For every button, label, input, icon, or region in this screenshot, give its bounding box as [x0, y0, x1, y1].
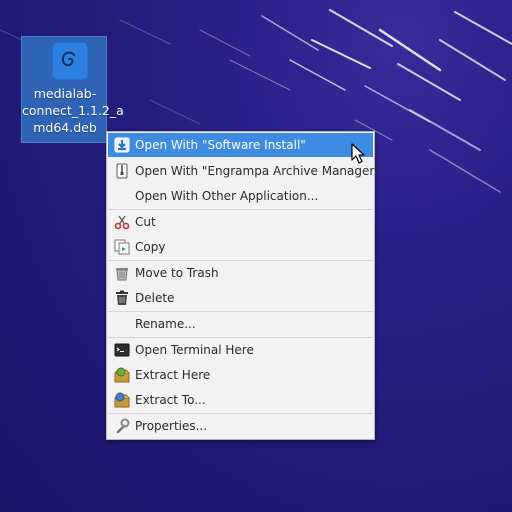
extract-to-icon [114, 392, 130, 408]
icon-label-line: medialab- [33, 86, 97, 101]
trash-icon [116, 268, 128, 281]
menu-item-label: Open Terminal Here [135, 343, 254, 357]
menu-item-open-with-software-install[interactable]: Open With "Software Install" [108, 133, 373, 157]
software-install-icon [114, 137, 130, 153]
desktop-background: medialab- connect_1.1.2_a md64.deb Open … [0, 0, 512, 512]
menu-item-extract-here[interactable]: Extract Here [108, 363, 373, 387]
mouse-pointer-icon [351, 143, 365, 164]
menu-item-properties[interactable]: Properties... [108, 414, 373, 438]
menu-item-extract-to[interactable]: Extract To... [108, 388, 373, 412]
desktop-icon-label: medialab- connect_1.1.2_a md64.deb [22, 85, 124, 136]
menu-item-label: Open With "Engrampa Archive Manager" [135, 164, 380, 178]
context-menu: Open With "Software Install" Open With "… [106, 131, 380, 440]
copy-icon [114, 239, 130, 255]
menu-item-label: Cut [135, 215, 156, 229]
menu-item-rename[interactable]: Rename... [108, 312, 373, 336]
menu-item-move-to-trash[interactable]: Move to Trash [108, 261, 373, 285]
menu-item-label: Copy [135, 240, 166, 254]
menu-item-label: Rename... [135, 317, 196, 331]
menu-item-open-with-other[interactable]: Open With Other Application... [108, 184, 373, 208]
scissors-icon [114, 215, 130, 230]
menu-item-open-terminal-here[interactable]: Open Terminal Here [108, 338, 373, 362]
menu-item-label: Open With "Software Install" [135, 138, 306, 152]
terminal-icon [114, 343, 130, 357]
menu-item-delete[interactable]: Delete [108, 286, 373, 310]
properties-icon [116, 418, 130, 434]
menu-item-label: Move to Trash [135, 266, 219, 280]
icon-label-line: md64.deb [33, 120, 97, 135]
desktop-file-icon[interactable]: medialab- connect_1.1.2_a md64.deb [21, 36, 124, 143]
icon-label-line: connect_1.1.2_a [22, 103, 124, 118]
menu-item-cut[interactable]: Cut [108, 210, 373, 234]
delete-icon [116, 290, 128, 305]
debian-package-icon [51, 41, 89, 81]
menu-item-label: Open With Other Application... [135, 189, 319, 203]
menu-item-label: Delete [135, 291, 175, 305]
menu-item-open-with-engrampa[interactable]: Open With "Engrampa Archive Manager" [108, 159, 380, 183]
menu-item-label: Properties... [135, 419, 208, 433]
archive-manager-icon [116, 163, 128, 179]
menu-item-label: Extract Here [135, 368, 211, 382]
extract-here-icon [114, 367, 130, 383]
menu-item-label: Extract To... [135, 393, 206, 407]
menu-item-copy[interactable]: Copy [108, 235, 373, 259]
